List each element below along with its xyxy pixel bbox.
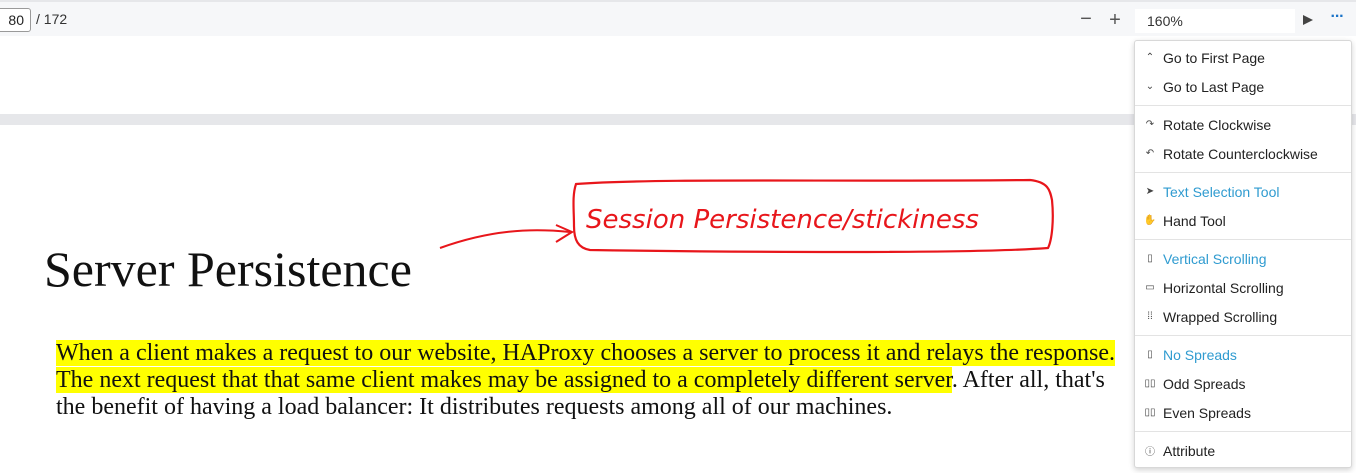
chevron-up-icon: ⌃ (1145, 52, 1155, 63)
even-spreads-icon: ▯▯ (1144, 407, 1156, 418)
body-paragraph: When a client makes a request to our web… (56, 340, 1136, 421)
menu-item-no-spreads[interactable]: ▯ No Spreads (1135, 340, 1351, 369)
odd-spreads-icon: ▯▯ (1144, 378, 1156, 389)
pdf-toolbar: 80 / 172 − + 160% ··· (0, 0, 1356, 36)
menu-item-rotate-cw[interactable]: ↷ Rotate Clockwise (1135, 110, 1351, 139)
secondary-toolbar-menu: ⌃ Go to First Page ⌄ Go to Last Page ↷ R… (1134, 40, 1352, 468)
menu-item-label: Odd Spreads (1163, 375, 1246, 392)
presentation-mode-button[interactable] (1300, 10, 1316, 30)
menu-item-vertical-scrolling[interactable]: ▯ Vertical Scrolling (1135, 244, 1351, 273)
rotate-ccw-icon: ↶ (1145, 148, 1155, 159)
zoom-out-button[interactable]: − (1076, 8, 1096, 32)
play-icon (1303, 15, 1313, 25)
menu-item-hand-tool[interactable]: ✋ Hand Tool (1135, 206, 1351, 235)
menu-item-rotate-ccw[interactable]: ↶ Rotate Counterclockwise (1135, 139, 1351, 168)
chevron-down-icon: ⌄ (1145, 81, 1155, 92)
handwritten-annotation: Session Persistence/stickiness (430, 170, 1070, 270)
menu-item-horizontal-scrolling[interactable]: ▭ Horizontal Scrolling (1135, 273, 1351, 302)
page-number-input[interactable]: 80 (0, 8, 31, 32)
menu-item-label: Attribute (1163, 442, 1216, 459)
menu-item-label: Hand Tool (1163, 212, 1226, 229)
menu-item-label: Go to Last Page (1163, 78, 1265, 95)
rotate-cw-icon: ↷ (1145, 119, 1155, 130)
zoom-select[interactable]: 160% (1135, 9, 1295, 33)
menu-item-label: Wrapped Scrolling (1163, 308, 1278, 325)
menu-item-even-spreads[interactable]: ▯▯ Even Spreads (1135, 398, 1351, 427)
no-spreads-icon: ▯ (1147, 349, 1153, 360)
menu-item-attribute[interactable]: ⓘ Attribute (1135, 436, 1351, 465)
menu-item-label: Vertical Scrolling (1163, 250, 1267, 267)
menu-item-odd-spreads[interactable]: ▯▯ Odd Spreads (1135, 369, 1351, 398)
menu-item-text-selection[interactable]: ➤ Text Selection Tool (1135, 177, 1351, 206)
menu-item-last-page[interactable]: ⌄ Go to Last Page (1135, 72, 1351, 101)
more-tools-button[interactable]: ··· (1326, 8, 1348, 30)
menu-item-label: Horizontal Scrolling (1163, 279, 1284, 296)
hand-icon: ✋ (1143, 215, 1157, 226)
menu-item-label: Even Spreads (1163, 404, 1251, 421)
page-total-label: / 172 (36, 11, 68, 27)
cursor-icon: ➤ (1145, 186, 1155, 197)
menu-separator (1135, 172, 1351, 173)
horizontal-scroll-icon: ▭ (1145, 282, 1155, 293)
info-icon: ⓘ (1145, 447, 1155, 458)
wrapped-scroll-icon: ⁞⁞ (1147, 311, 1153, 322)
menu-separator (1135, 431, 1351, 432)
menu-item-wrapped-scrolling[interactable]: ⁞⁞ Wrapped Scrolling (1135, 302, 1351, 331)
menu-item-label: Rotate Clockwise (1163, 116, 1272, 133)
menu-item-label: Go to First Page (1163, 49, 1265, 66)
vertical-scroll-icon: ▯ (1147, 253, 1153, 264)
annotation-text: Session Persistence/stickiness (586, 205, 979, 235)
menu-item-first-page[interactable]: ⌃ Go to First Page (1135, 43, 1351, 72)
annotation-ink: Session Persistence/stickiness (439, 178, 1054, 254)
section-heading: Server Persistence (44, 241, 412, 297)
menu-separator (1135, 239, 1351, 240)
menu-item-label: Rotate Counterclockwise (1163, 145, 1318, 162)
zoom-in-button[interactable]: + (1104, 8, 1126, 32)
more-dots-icon: ··· (1330, 8, 1345, 25)
menu-separator (1135, 335, 1351, 336)
menu-separator (1135, 105, 1351, 106)
menu-item-label: Text Selection Tool (1163, 183, 1280, 200)
menu-item-label: No Spreads (1163, 346, 1237, 363)
